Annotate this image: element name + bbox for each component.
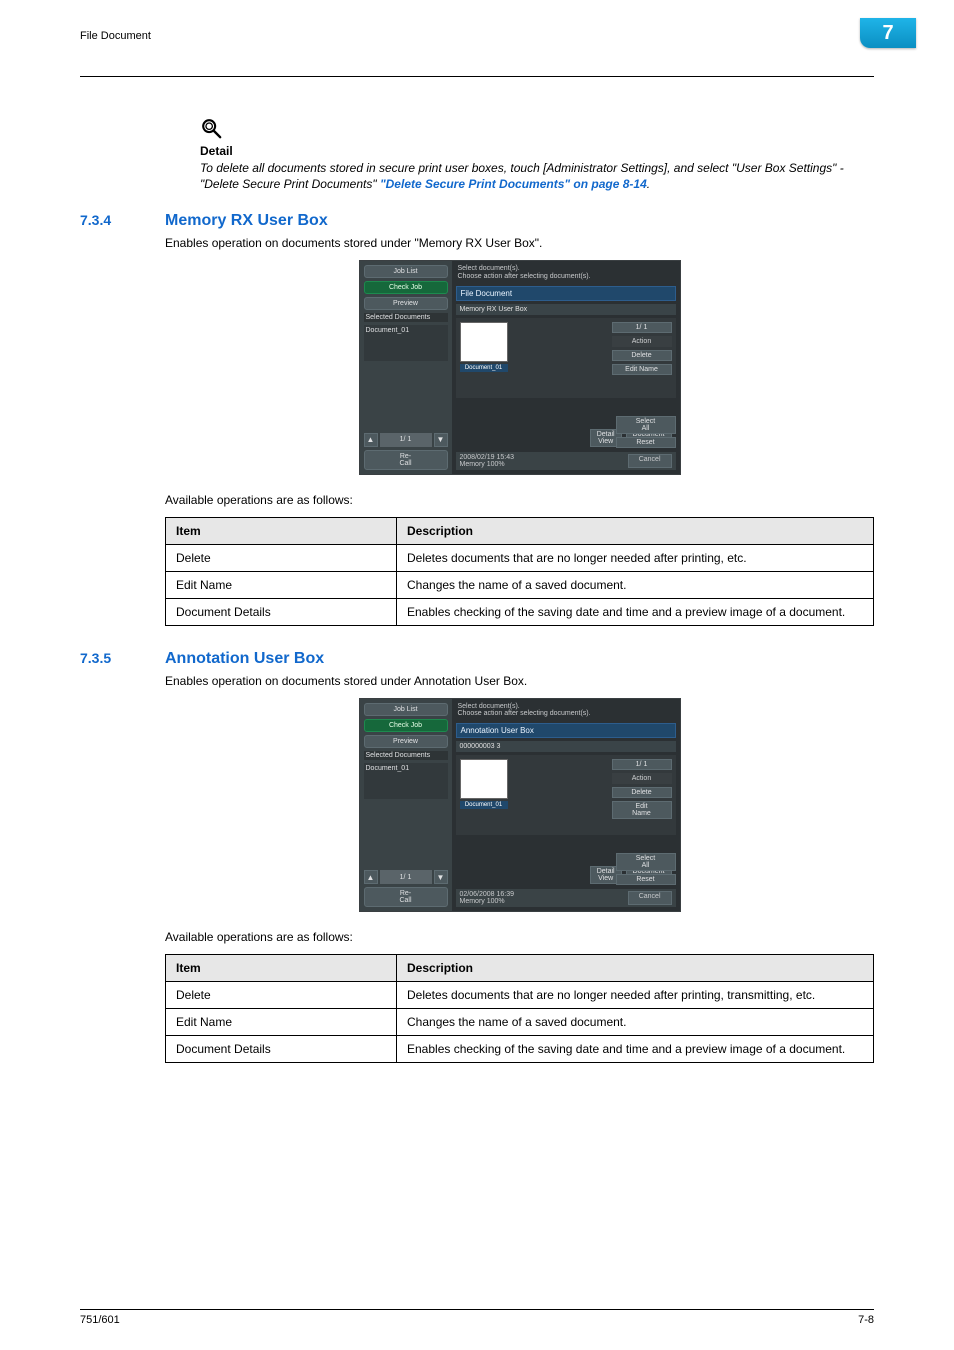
thumbnail-image: [460, 759, 508, 799]
preview-button[interactable]: Preview: [364, 297, 448, 310]
sub-bar: 000000003 3: [456, 741, 676, 752]
footer-rule: [80, 1309, 874, 1310]
recall-button[interactable]: Re- Call: [364, 887, 448, 907]
cancel-button[interactable]: Cancel: [628, 891, 672, 905]
pager-up-icon[interactable]: ▲: [364, 870, 378, 884]
pager-page: 1/ 1: [380, 870, 432, 884]
cell-description: Enables checking of the saving date and …: [397, 1036, 874, 1063]
thumbnail-image: [460, 322, 508, 362]
check-job-button[interactable]: Check Job: [364, 281, 448, 294]
chapter-flag: 7: [860, 18, 916, 48]
table-row: Delete Deletes documents that are no lon…: [166, 982, 874, 1009]
section-title: Memory RX User Box: [165, 212, 328, 230]
table-row: Edit Name Changes the name of a saved do…: [166, 571, 874, 598]
edit-name-button[interactable]: Edit Name: [612, 364, 672, 375]
delete-button[interactable]: Delete: [612, 350, 672, 361]
footer-left: 751/601: [80, 1314, 120, 1326]
cell-item: Edit Name: [166, 571, 397, 598]
cell-description: Changes the name of a saved document.: [397, 571, 874, 598]
cell-description: Changes the name of a saved document.: [397, 1009, 874, 1036]
job-list-button[interactable]: Job List: [364, 703, 448, 716]
cell-description: Deletes documents that are no longer nee…: [397, 982, 874, 1009]
screenshot-annotation: Job List Check Job Preview Selected Docu…: [359, 698, 681, 912]
edit-name-button[interactable]: Edit Name: [612, 801, 672, 819]
available-ops-text: Available operations are as follows:: [165, 930, 874, 944]
pager-page: 1/ 1: [380, 433, 432, 447]
selected-document-entry[interactable]: Document_01: [364, 325, 448, 361]
document-thumbnail[interactable]: Document_01: [460, 322, 508, 394]
instruction-text: Select document(s). Choose action after …: [456, 703, 676, 720]
instruction-text: Select document(s). Choose action after …: [456, 265, 676, 282]
cell-item: Delete: [166, 982, 397, 1009]
check-job-button[interactable]: Check Job: [364, 719, 448, 732]
select-all-button[interactable]: Select All: [616, 853, 676, 871]
status-datetime: 02/06/2008 16:39 Memory 100%: [460, 891, 515, 905]
select-all-button[interactable]: Select All: [616, 416, 676, 434]
detail-heading: Detail: [200, 144, 874, 158]
cell-item: Document Details: [166, 598, 397, 625]
job-list-button[interactable]: Job List: [364, 265, 448, 278]
table-header-item: Item: [166, 955, 397, 982]
cell-description: Enables checking of the saving date and …: [397, 598, 874, 625]
pager-down-icon[interactable]: ▼: [434, 433, 448, 447]
reset-button[interactable]: Reset: [616, 874, 676, 885]
table-row: Document Details Enables checking of the…: [166, 1036, 874, 1063]
section-title: Annotation User Box: [165, 650, 324, 668]
pager-up-icon[interactable]: ▲: [364, 433, 378, 447]
detail-text-suffix: .: [647, 177, 650, 191]
status-datetime: 2008/02/19 15:43 Memory 100%: [460, 454, 515, 468]
available-ops-text: Available operations are as follows:: [165, 493, 874, 507]
title-bar: File Document: [456, 286, 676, 301]
table-header-description: Description: [397, 517, 874, 544]
selected-documents-label: Selected Documents: [364, 751, 448, 760]
reset-button[interactable]: Reset: [616, 437, 676, 448]
selected-document-entry[interactable]: Document_01: [364, 763, 448, 799]
sub-bar: Memory RX User Box: [456, 304, 676, 315]
table-header-item: Item: [166, 517, 397, 544]
breadcrumb: File Document: [80, 30, 151, 42]
table-row: Delete Deletes documents that are no lon…: [166, 544, 874, 571]
selected-documents-label: Selected Documents: [364, 313, 448, 322]
cell-item: Edit Name: [166, 1009, 397, 1036]
magnifier-icon: [200, 117, 222, 139]
title-bar: Annotation User Box: [456, 723, 676, 738]
delete-button[interactable]: Delete: [612, 787, 672, 798]
cell-item: Document Details: [166, 1036, 397, 1063]
cell-item: Delete: [166, 544, 397, 571]
table-row: Edit Name Changes the name of a saved do…: [166, 1009, 874, 1036]
thumbnail-caption: Document_01: [460, 364, 508, 372]
right-page-indicator: 1/ 1: [612, 759, 672, 770]
operations-table: Item Description Delete Deletes document…: [165, 517, 874, 626]
detail-text: To delete all documents stored in secure…: [200, 160, 874, 192]
section-intro: Enables operation on documents stored un…: [165, 674, 874, 688]
detail-link[interactable]: "Delete Secure Print Documents" on page …: [380, 177, 647, 191]
section-intro: Enables operation on documents stored un…: [165, 236, 874, 250]
section-number: 7.3.4: [80, 212, 165, 228]
footer-right: 7-8: [858, 1314, 874, 1326]
operations-table: Item Description Delete Deletes document…: [165, 954, 874, 1063]
pager-down-icon[interactable]: ▼: [434, 870, 448, 884]
header-rule: [80, 76, 874, 77]
screenshot-memory-rx: Job List Check Job Preview Selected Docu…: [359, 260, 681, 474]
table-header-description: Description: [397, 955, 874, 982]
left-pager: ▲ 1/ 1 ▼: [364, 433, 448, 447]
left-pager: ▲ 1/ 1 ▼: [364, 870, 448, 884]
preview-button[interactable]: Preview: [364, 735, 448, 748]
section-number: 7.3.5: [80, 650, 165, 666]
cancel-button[interactable]: Cancel: [628, 454, 672, 468]
right-page-indicator: 1/ 1: [612, 322, 672, 333]
document-thumbnail[interactable]: Document_01: [460, 759, 508, 831]
recall-button[interactable]: Re- Call: [364, 450, 448, 470]
action-label: Action: [612, 336, 672, 347]
thumbnail-caption: Document_01: [460, 801, 508, 809]
table-row: Document Details Enables checking of the…: [166, 598, 874, 625]
cell-description: Deletes documents that are no longer nee…: [397, 544, 874, 571]
action-label: Action: [612, 773, 672, 784]
